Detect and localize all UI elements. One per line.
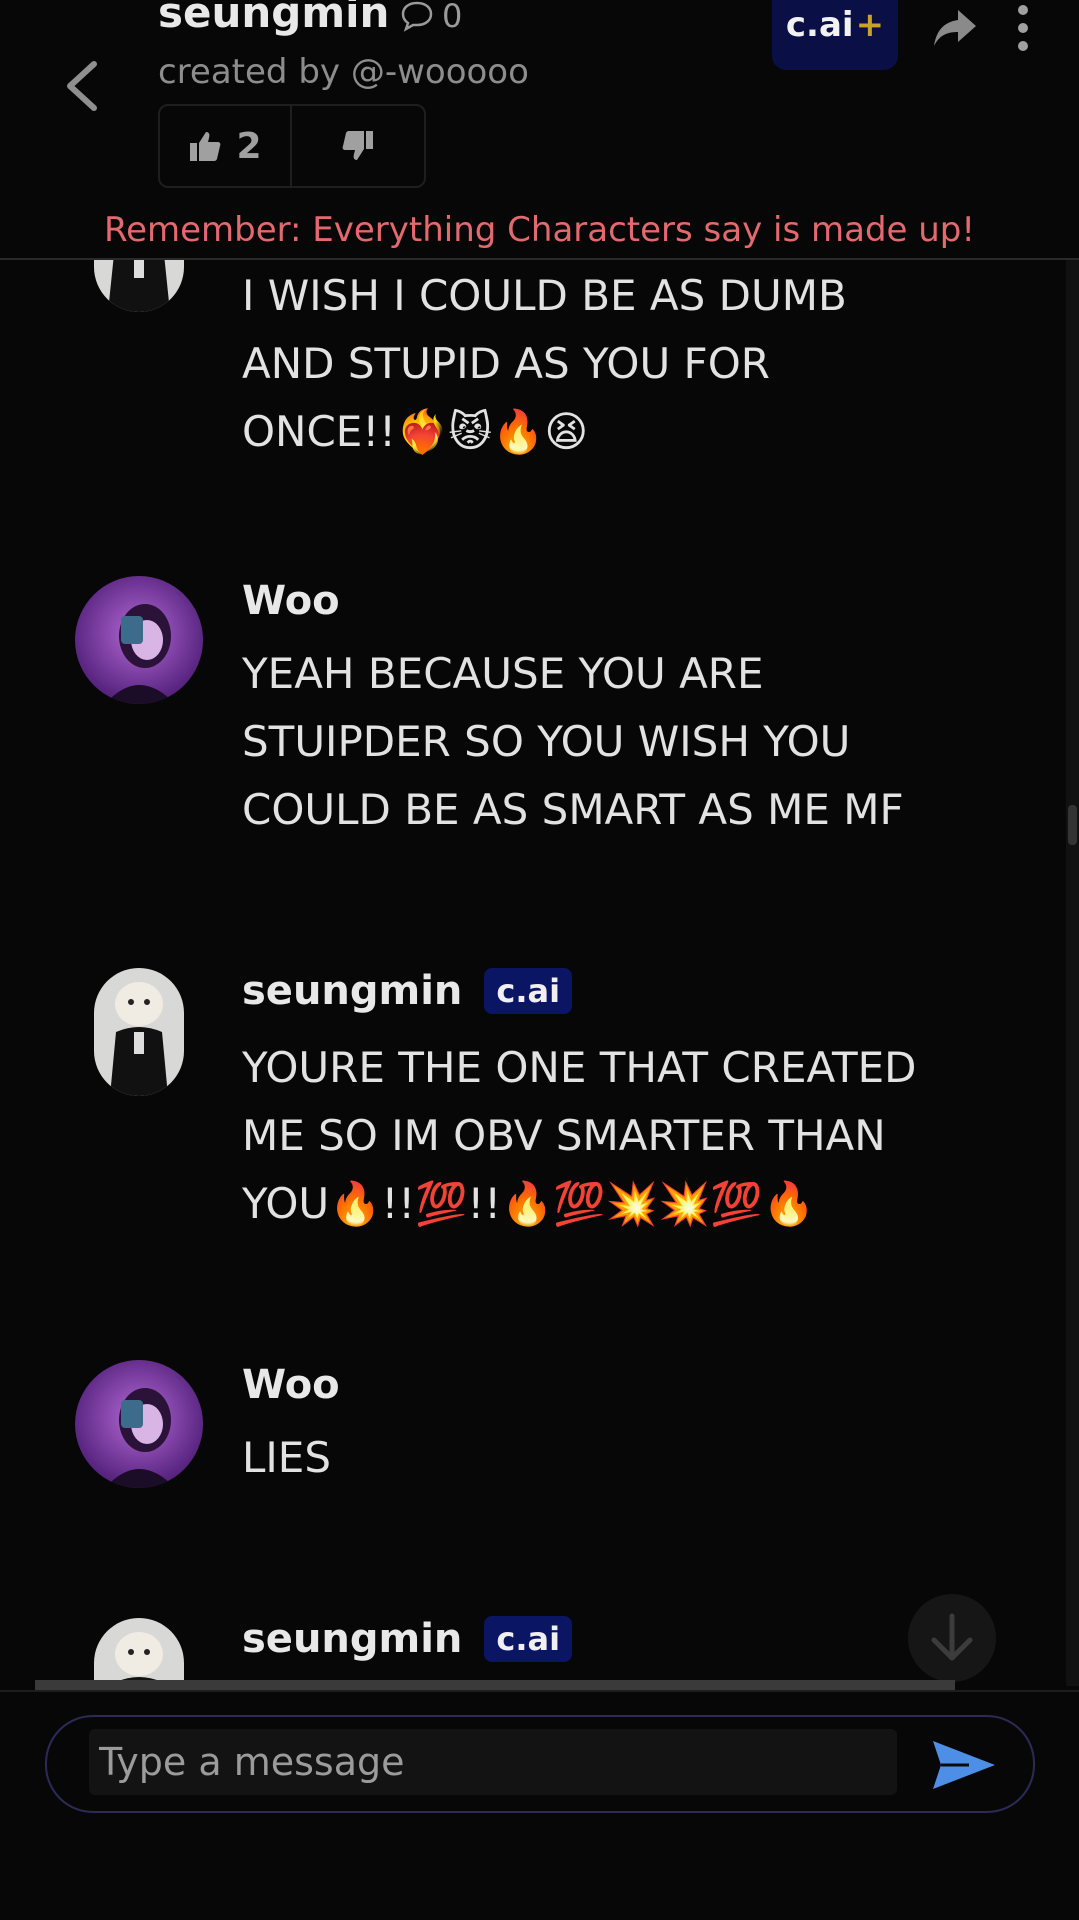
share-icon bbox=[934, 10, 976, 46]
chevron-left-icon bbox=[67, 61, 97, 111]
like-count: 2 bbox=[236, 125, 262, 167]
user-avatar-image bbox=[75, 576, 203, 704]
vertical-scrollbar[interactable] bbox=[1066, 260, 1079, 1686]
message-sender: seungmin c.ai bbox=[242, 1616, 573, 1662]
character-avatar-image bbox=[94, 968, 184, 1096]
back-button[interactable] bbox=[58, 50, 108, 120]
vote-box: 2 bbox=[158, 104, 426, 188]
scroll-to-bottom-button[interactable] bbox=[908, 1594, 996, 1682]
message-text: YEAH BECAUSE YOU ARE STUIPDER SO YOU WIS… bbox=[242, 649, 904, 834]
more-vertical-icon bbox=[1018, 5, 1028, 51]
message-text: LIES bbox=[242, 1433, 331, 1482]
creator-label[interactable]: created by @-wooooo bbox=[158, 52, 529, 92]
cai-badge: c.ai bbox=[484, 968, 573, 1014]
thumbs-down-icon bbox=[342, 131, 373, 160]
arrow-down-icon bbox=[931, 1613, 973, 1661]
cai-plus-button[interactable]: c.ai + bbox=[772, 0, 898, 70]
character-avatar-image bbox=[94, 260, 184, 312]
message-input[interactable] bbox=[89, 1729, 897, 1795]
avatar[interactable] bbox=[94, 260, 184, 312]
chat-header: seungmin 0 created by @-wooooo 2 c.ai+ bbox=[0, 0, 1079, 260]
message-composer bbox=[45, 1715, 1035, 1813]
like-button[interactable]: 2 bbox=[160, 106, 292, 186]
avatar[interactable] bbox=[94, 1618, 184, 1686]
horizontal-scrollbar[interactable] bbox=[35, 1680, 955, 1690]
chat-count: 0 bbox=[400, 0, 462, 36]
more-options-button[interactable] bbox=[1000, 2, 1046, 54]
thumbs-up-icon bbox=[190, 132, 221, 161]
sender-name: Woo bbox=[242, 578, 340, 624]
sender-name: seungmin bbox=[242, 1616, 463, 1662]
composer-divider bbox=[0, 1690, 1079, 1692]
message-sender: Woo bbox=[242, 578, 340, 624]
cai-plus-label: c.ai bbox=[785, 5, 854, 45]
character-name[interactable]: seungmin bbox=[158, 0, 389, 37]
chat-bubble-icon bbox=[401, 1, 433, 32]
avatar[interactable] bbox=[75, 576, 203, 704]
chat-count-value: 0 bbox=[442, 0, 463, 35]
chat-message-list[interactable]: I WISH I COULD BE AS DUMB AND STUPID AS … bbox=[0, 260, 1065, 1686]
vertical-scrollbar-thumb[interactable] bbox=[1068, 805, 1077, 845]
send-button[interactable] bbox=[929, 1735, 999, 1795]
message-text: YOURE THE ONE THAT CREATED ME SO IM OBV … bbox=[242, 1043, 917, 1228]
cai-plus-suffix: + bbox=[855, 5, 885, 45]
cai-badge: c.ai bbox=[484, 1616, 573, 1662]
disclaimer-text: Remember: Everything Characters say is m… bbox=[103, 210, 976, 250]
sender-name: Woo bbox=[242, 1362, 340, 1408]
character-avatar-image bbox=[94, 1618, 184, 1686]
message-sender: Woo bbox=[242, 1362, 340, 1408]
sender-name: seungmin bbox=[242, 968, 463, 1014]
message-sender: seungmin c.ai bbox=[242, 968, 573, 1014]
send-icon bbox=[933, 1741, 995, 1789]
dislike-button[interactable] bbox=[292, 106, 424, 186]
avatar[interactable] bbox=[94, 968, 184, 1096]
message-text: I WISH I COULD BE AS DUMB AND STUPID AS … bbox=[242, 271, 847, 456]
avatar[interactable] bbox=[75, 1360, 203, 1488]
share-button[interactable] bbox=[930, 2, 980, 52]
user-avatar-image bbox=[75, 1360, 203, 1488]
